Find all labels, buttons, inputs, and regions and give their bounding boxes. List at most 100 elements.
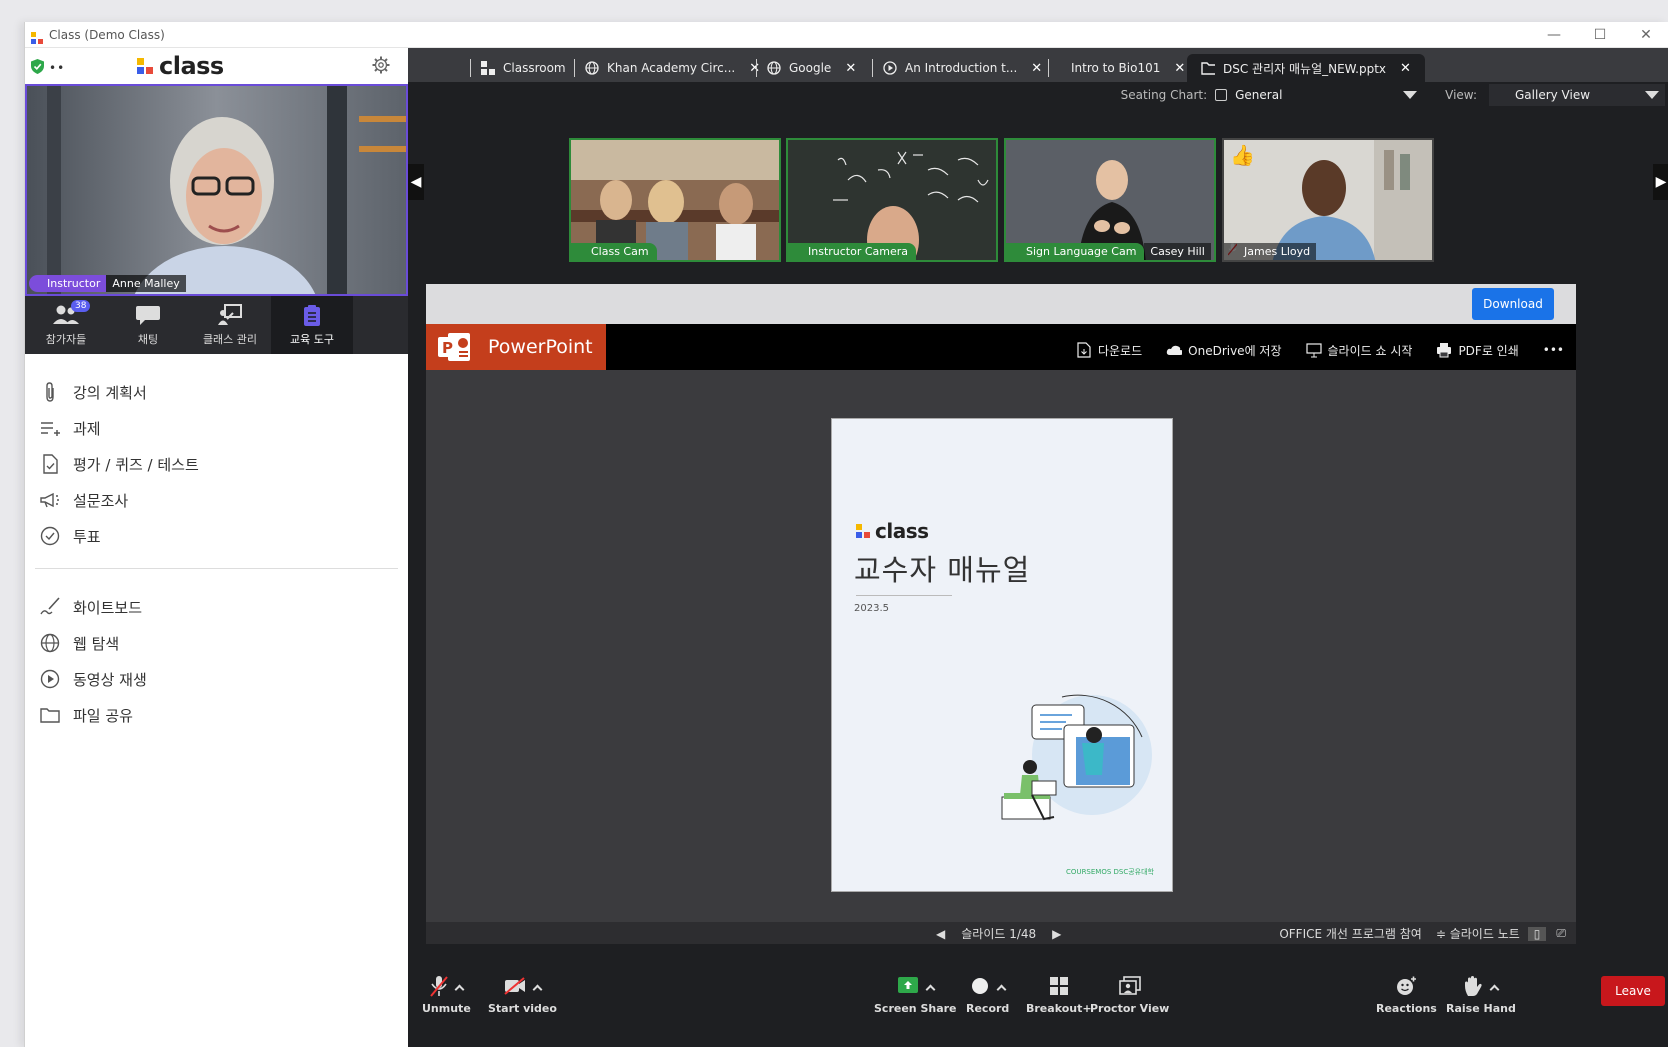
menu-survey[interactable]: 설문조사 [25,482,408,518]
ppt-print-button[interactable]: PDF로 인쇄 [1436,342,1519,359]
check-circle-icon [39,525,61,547]
breakout-button[interactable]: Breakout+ [1026,974,1092,1015]
menu-quiz[interactable]: 평가 / 퀴즈 / 테스트 [25,446,408,482]
close-tab-icon[interactable]: ✕ [1400,61,1411,76]
powerpoint-toolbar: 다운로드 OneDrive에 저장 슬라이드 쇼 시작 PDF로 인쇄 ••• [426,330,1576,370]
unmute-label: Unmute [422,1002,471,1015]
video-tile-sign-language[interactable]: Sign Language Cam Casey Hill [1004,138,1216,262]
video-tile-instructor-camera[interactable]: Instructor Camera [786,138,998,262]
tab-chat[interactable]: 채팅 [107,296,189,354]
menu-assignment[interactable]: 과제 [25,410,408,446]
proctor-view-button[interactable]: Proctor View [1090,974,1169,1015]
menu-vote[interactable]: 투표 [25,518,408,554]
reading-view-icon[interactable]: ▯ [1527,926,1547,941]
view-label: View: [1445,88,1477,102]
menu-divider [35,568,398,569]
menu-quiz-label: 평가 / 퀴즈 / 테스트 [73,455,199,474]
close-tab-icon[interactable]: ✕ [1031,61,1042,76]
record-icon [972,978,989,994]
title-bar: Class (Demo Class) — ☐ ✕ [25,22,1668,48]
instructor-video-frame [27,86,406,294]
download-icon [1076,342,1092,358]
view-select[interactable]: Gallery View [1489,84,1665,106]
view-controls: Seating Chart: General View: Gallery Vie… [408,82,1668,108]
tab-class-manage[interactable]: 클래스 관리 [189,296,271,354]
screen-share-button[interactable]: Screen Share [874,974,957,1015]
close-tab-icon[interactable]: ✕ [1174,61,1185,76]
tab-participants[interactable]: 38 참가자들 [25,296,107,354]
next-slide-button[interactable]: ▶ [1052,927,1061,941]
leave-button[interactable]: Leave [1601,976,1665,1006]
video-tile-class-cam[interactable]: Class Cam [569,138,781,262]
chevron-up-icon[interactable] [532,984,543,994]
tab-khan-academy[interactable]: Khan Academy Circ... ✕ [574,54,760,82]
menu-syllabus[interactable]: 강의 계획서 [25,374,408,410]
ppt-download-button[interactable]: 다운로드 [1076,342,1142,359]
chevron-up-icon[interactable] [996,984,1007,994]
chevron-up-icon[interactable] [925,984,936,994]
left-tab-bar: 38 참가자들 채팅 클래스 관리 교육 도구 [25,296,408,354]
chevron-up-icon[interactable] [454,984,465,994]
record-button[interactable]: Record [966,974,1009,1015]
raise-hand-icon [1465,976,1483,996]
gallery-next-button[interactable]: ▶ [1653,164,1668,200]
slide-notes-button[interactable]: ≑ 슬라이드 노트 [1436,925,1520,942]
tab-tools[interactable]: 교육 도구 [271,296,353,354]
prev-slide-button[interactable]: ◀ [936,927,945,941]
video-tile-james-lloyd[interactable]: 👍 James Lloyd [1222,138,1434,262]
folder-icon [39,704,61,726]
menu-web-browse[interactable]: 웹 탐색 [25,625,408,661]
tab-google[interactable]: Google ✕ [756,54,856,82]
seating-chart-value: General [1235,88,1283,102]
ppt-print-label: PDF로 인쇄 [1458,343,1519,358]
screen-share-icon [897,977,918,993]
connection-icon[interactable]: •• [49,61,65,75]
feedback-link[interactable]: OFFICE 개선 프로그램 참여 [1279,925,1422,942]
classroom-icon [481,61,495,75]
reactions-button[interactable]: Reactions [1376,974,1437,1015]
minimize-button[interactable]: — [1531,22,1577,48]
thumbs-up-icon: 👍 [1230,143,1255,167]
unmute-button[interactable]: Unmute [422,974,471,1015]
mic-muted-icon [430,976,448,997]
gallery-prev-button[interactable]: ◀ [408,164,424,200]
ppt-slideshow-button[interactable]: 슬라이드 쇼 시작 [1305,342,1413,359]
raise-hand-button[interactable]: Raise Hand [1446,974,1516,1015]
close-tab-icon[interactable]: ✕ [845,61,856,76]
seating-chart-checkbox[interactable] [1215,89,1228,101]
presenter-view-icon[interactable]: ⎚ [1556,926,1566,941]
meeting-controls: Unmute Start video Screen Share Record B… [408,956,1668,1047]
menu-vote-label: 투표 [73,527,101,546]
maximize-button[interactable]: ☐ [1577,22,1623,48]
menu-file-share[interactable]: 파일 공유 [25,697,408,733]
tab-tools-label: 교육 도구 [290,333,334,346]
more-options-button[interactable]: ••• [1543,343,1564,357]
ppt-onedrive-button[interactable]: OneDrive에 저장 [1166,342,1282,359]
tab-chat-label: 채팅 [137,333,159,346]
tab-introduction[interactable]: An Introduction t... ✕ [872,54,1042,82]
slide-preview[interactable]: class 교수자 매뉴얼 2023.5 COURSEMOS DSC공유대학 [831,418,1173,892]
menu-whiteboard[interactable]: 화이트보드 [25,589,408,625]
tab-classroom[interactable]: Classroom [470,54,566,82]
menu-file-share-label: 파일 공유 [73,706,133,725]
globe-icon [585,61,599,75]
play-circle-icon [39,668,61,690]
chevron-up-icon[interactable] [1489,984,1500,994]
close-window-button[interactable]: ✕ [1623,22,1668,48]
tab-intro-bio[interactable]: Intro to Bio101 ✕ [1048,54,1185,82]
brand-name: class [159,52,224,80]
ppt-slideshow-label: 슬라이드 쇼 시작 [1327,343,1413,358]
gear-icon[interactable] [372,56,390,74]
menu-video-play[interactable]: 동영상 재생 [25,661,408,697]
slide-date: 2023.5 [854,603,889,614]
print-icon [1436,342,1452,358]
start-video-button[interactable]: Start video [488,974,557,1015]
instructor-role-badge: Instructor [29,275,107,292]
tab-pptx[interactable]: DSC 관리자 매뉴얼_NEW.pptx ✕ [1187,54,1425,82]
instructor-video[interactable]: Instructor Anne Malley [25,84,408,296]
cloud-icon [1166,342,1183,358]
play-icon [883,61,897,75]
app-logo-icon [31,29,43,44]
seating-chart-select[interactable]: General [1235,88,1418,102]
download-button[interactable]: Download [1472,288,1554,320]
